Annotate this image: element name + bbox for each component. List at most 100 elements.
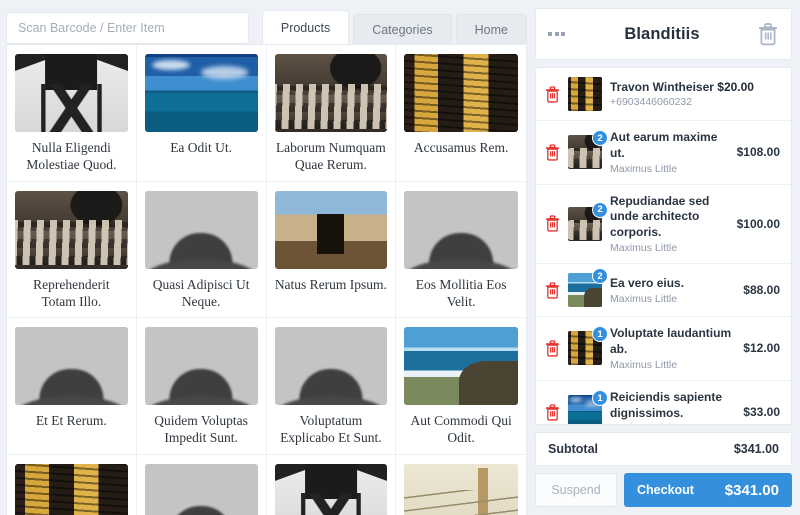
cart-item-row[interactable]: 2 Repudiandae sed unde architecto corpori… [536, 185, 791, 265]
remove-item-icon[interactable] [545, 281, 560, 299]
tab-products-label: Products [280, 20, 331, 35]
cart-item-info: Repudiandae sed unde architecto corporis… [610, 194, 729, 254]
cart-item-info: Aut earum maxime ut. Maximus Little [610, 130, 729, 175]
product-name: Ea Odit Ut. [170, 140, 233, 155]
product-thumbnail [144, 190, 258, 269]
cart-item-info: Voluptate laudantium ab. Maximus Little [610, 326, 735, 371]
product-image [144, 54, 258, 132]
product-grid: Nulla Eligendi Molestiae Quod. Ea Odit Ut… [6, 44, 527, 515]
product-thumbnail [15, 190, 128, 269]
cart-item-name: Aut earum maxime ut. [610, 130, 718, 160]
top-bar: Products Categories Home [6, 8, 527, 44]
product-row [7, 454, 526, 515]
customer-thumbnail [568, 77, 602, 111]
remove-item-icon[interactable] [545, 215, 560, 232]
cart-item-price: $12.00 [743, 341, 780, 356]
product-image [404, 463, 518, 515]
cart-actions: Suspend Checkout $341.00 [535, 473, 792, 507]
product-name: Quasi Adipisci Ut Neque. [152, 276, 250, 309]
product-row: Et Et Rerum. Quidem Voluptas Impedit Sunt… [7, 318, 526, 455]
subtotal-value: $341.00 [733, 442, 779, 456]
customer-name-line: Travon Wintheiser $20.00 [610, 80, 780, 96]
product-thumbnail [274, 54, 388, 132]
cart-item-row[interactable]: 1Reiciendis sapiente dignissimos. Maximus… [536, 381, 791, 424]
cart-customer-row[interactable]: Travon Wintheiser $20.00 +6903446060232 [536, 68, 791, 121]
cart-item-name: Repudiandae sed unde architecto corporis… [610, 193, 710, 240]
product-card[interactable]: Quidem Voluptas Impedit Sunt. [136, 318, 267, 454]
trash-icon[interactable] [757, 22, 779, 46]
remove-item-icon[interactable] [545, 144, 560, 161]
tab-bar: Products Categories Home [261, 8, 527, 44]
product-card[interactable] [266, 454, 397, 515]
quantity-badge[interactable]: 1 [592, 326, 608, 343]
product-thumbnail [404, 327, 518, 406]
product-card[interactable]: Laborum Numquam Quae Rerum. [266, 45, 397, 181]
product-thumbnail [404, 190, 518, 269]
products-panel: Products Categories Home Nulla Eligendi … [0, 0, 533, 515]
ellipsis-icon[interactable] [546, 26, 567, 42]
remove-item-icon[interactable] [545, 85, 560, 103]
product-card[interactable]: Natus Rerum Ipsum. [266, 181, 397, 318]
cart-item-name: Voluptate laudantium ab. [610, 326, 732, 356]
product-image [274, 463, 388, 515]
product-card[interactable] [136, 454, 267, 515]
cart-item-thumbnail-wrap: 2 [568, 268, 608, 308]
customer-amount: $20.00 [717, 79, 754, 94]
product-card[interactable]: Reprehenderit Totam Illo. [7, 181, 137, 318]
product-card[interactable]: Quasi Adipisci Ut Neque. [136, 181, 267, 318]
cart-item-name: Reiciendis sapiente dignissimos. [610, 389, 723, 420]
cart-item-vendor: Maximus Little [610, 162, 678, 175]
product-card[interactable]: Ea Odit Ut. [136, 45, 267, 181]
product-image [274, 54, 388, 132]
product-image [15, 190, 128, 269]
subtotal-label: Subtotal [548, 442, 598, 456]
remove-item-icon[interactable] [545, 340, 560, 357]
product-thumbnail [15, 463, 128, 515]
product-card[interactable]: Voluptatum Explicabo Et Sunt. [266, 318, 397, 454]
product-name: Laborum Numquam Quae Rerum. [275, 140, 386, 173]
cart-item-row[interactable]: 2 Aut earum maxime ut. Maximus Little $108.… [536, 121, 791, 185]
quantity-badge[interactable]: 2 [592, 130, 608, 147]
product-image [404, 54, 518, 132]
product-name: Accusamus Rem. [413, 140, 509, 155]
product-name: Voluptatum Explicabo Et Sunt. [280, 413, 382, 446]
product-card[interactable]: Eos Mollitia Eos Velit. [396, 181, 526, 318]
cart-item-row[interactable]: 2 Ea vero eius. Maximus Little $88.00 [536, 264, 791, 318]
cart-item-price: $88.00 [743, 283, 780, 298]
product-row: Reprehenderit Totam Illo. Quasi Adipisci … [7, 181, 526, 319]
product-name: Reprehenderit Totam Illo. [33, 276, 110, 309]
product-name: Eos Mollitia Eos Velit. [415, 276, 507, 309]
tab-home[interactable]: Home [455, 14, 527, 44]
remove-item-icon[interactable] [545, 403, 560, 421]
customer-thumbnail-wrap [568, 77, 602, 111]
cart-item-row[interactable]: 1 Voluptate laudantium ab. Maximus Little $… [536, 317, 791, 381]
checkout-button[interactable]: Checkout $341.00 [624, 473, 792, 507]
cart-item-vendor: Maximus Little [610, 242, 678, 255]
product-card[interactable]: Et Et Rerum. [7, 318, 137, 454]
product-card[interactable]: Aut Commodi Qui Odit. [396, 318, 526, 454]
product-image-placeholder [15, 327, 128, 406]
product-card[interactable]: Accusamus Rem. [396, 45, 526, 181]
cart-item-info: Reiciendis sapiente dignissimos. Maximus … [610, 389, 735, 424]
tab-categories-label: Categories [372, 22, 433, 37]
tab-categories[interactable]: Categories [353, 14, 452, 44]
quantity-badge[interactable]: 2 [592, 268, 608, 285]
product-card[interactable]: Nulla Eligendi Molestiae Quod. [7, 45, 137, 181]
search-input[interactable] [6, 12, 249, 44]
product-row: Nulla Eligendi Molestiae Quod. Ea Odit Ut… [7, 45, 526, 182]
product-thumbnail [144, 54, 258, 132]
tab-products[interactable]: Products [261, 10, 350, 44]
cart-item-vendor: Maximus Little [610, 422, 735, 424]
quantity-badge[interactable]: 1 [592, 390, 608, 407]
product-thumbnail [274, 190, 388, 269]
product-thumbnail [144, 327, 258, 406]
product-thumbnail [404, 54, 518, 132]
product-card[interactable] [7, 454, 137, 515]
suspend-button[interactable]: Suspend [535, 473, 617, 507]
quantity-badge[interactable]: 2 [592, 201, 608, 218]
cart-panel: Blanditiis Travon Wintheiser $20.00 +6903… [533, 0, 800, 515]
cart-title: Blanditiis [624, 24, 700, 43]
product-card[interactable] [396, 454, 526, 515]
product-image-placeholder [144, 463, 258, 515]
product-image [15, 54, 128, 132]
